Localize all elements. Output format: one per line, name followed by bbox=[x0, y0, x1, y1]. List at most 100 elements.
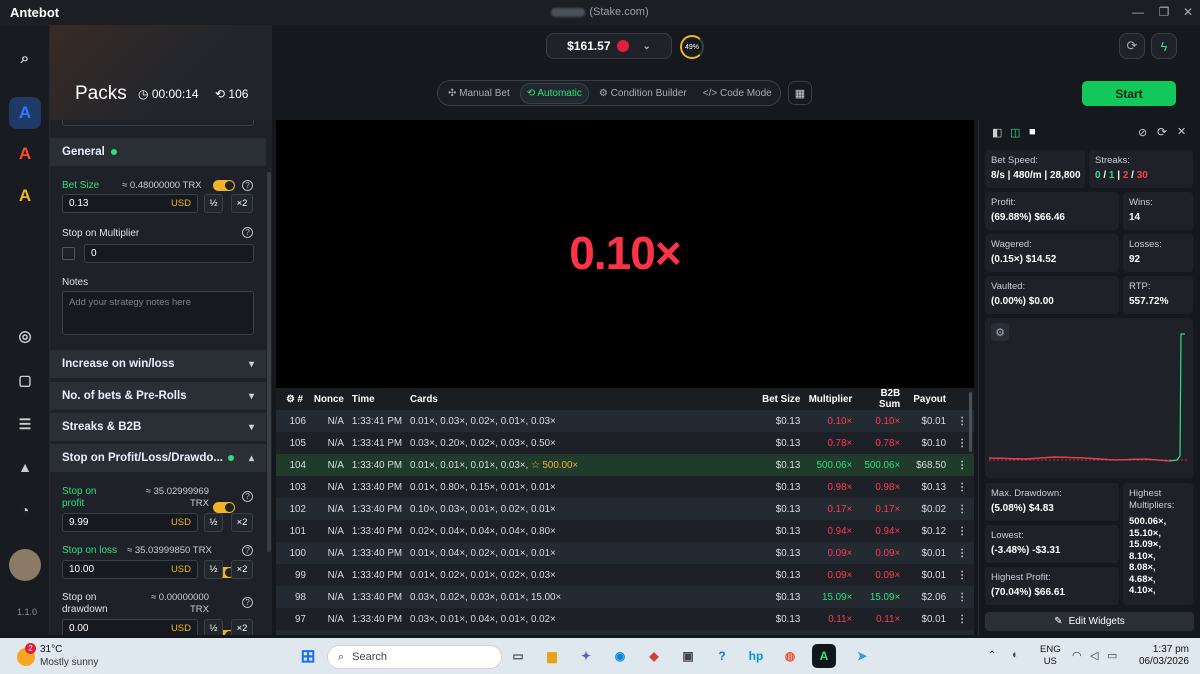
windows-start-icon[interactable]: ⊞ bbox=[296, 644, 320, 668]
notes-textarea[interactable]: Add your strategy notes here bbox=[62, 291, 254, 335]
section-general[interactable]: General bbox=[50, 138, 266, 166]
edit-widgets-button[interactable]: ✎ Edit Widgets bbox=[985, 612, 1194, 631]
table-scrollbar[interactable] bbox=[969, 392, 972, 452]
table-row[interactable]: 101 N/A 1:33:40 PM 0.02×, 0.04×, 0.04×, 0.0… bbox=[276, 520, 974, 542]
column-header-bet-size[interactable]: Bet Size bbox=[746, 388, 805, 410]
column-header-cards[interactable]: Cards bbox=[406, 388, 747, 410]
more-options-icon[interactable]: ⋮ bbox=[950, 498, 974, 520]
double-button[interactable]: ×2 bbox=[231, 619, 253, 635]
table-row[interactable]: 105 N/A 1:33:41 PM 0.03×, 0.20×, 0.02×, 0.0… bbox=[276, 432, 974, 454]
copilot-icon[interactable]: ◆ bbox=[642, 644, 666, 668]
stop-profit-toggle[interactable] bbox=[213, 502, 235, 513]
battery-icon[interactable]: ▭ bbox=[1107, 649, 1117, 662]
tab-code-mode[interactable]: </> Code Mode bbox=[697, 84, 778, 103]
column-header-b2b-sum[interactable]: B2B Sum bbox=[856, 388, 905, 410]
tab-automatic[interactable]: ⟲ Automatic bbox=[519, 82, 589, 104]
more-options-icon[interactable]: ⋮ bbox=[950, 542, 974, 564]
layout-full-icon[interactable]: ■ bbox=[1029, 126, 1036, 138]
volume-icon[interactable]: ◁ bbox=[1090, 649, 1098, 662]
hp-icon[interactable]: hp bbox=[744, 644, 768, 668]
help-icon[interactable]: ? bbox=[242, 227, 253, 238]
half-button[interactable]: ½ bbox=[204, 560, 223, 579]
store-icon[interactable]: ▣ bbox=[676, 644, 700, 668]
chrome-icon[interactable]: ◍ bbox=[778, 644, 802, 668]
more-options-icon[interactable]: ⋮ bbox=[950, 586, 974, 608]
antebot-app-icon-blue[interactable]: A bbox=[9, 97, 41, 129]
table-row[interactable]: 98 N/A 1:33:40 PM 0.03×, 0.02×, 0.03×, 0.01… bbox=[276, 586, 974, 608]
bet-size-input[interactable]: 0.13 USD bbox=[62, 194, 198, 213]
help-icon[interactable]: ? bbox=[242, 545, 253, 556]
globe-icon[interactable]: ◎ bbox=[9, 320, 41, 352]
help-icon[interactable]: ? bbox=[242, 491, 253, 502]
tab-condition-builder[interactable]: ⚙ Condition Builder bbox=[593, 84, 693, 103]
left-panel-scrollbar[interactable] bbox=[267, 172, 271, 552]
strategy-selector[interactable] bbox=[62, 120, 254, 126]
battery-saver-icon[interactable]: ◐ bbox=[1012, 649, 1019, 661]
bet-size-toggle[interactable] bbox=[213, 180, 235, 191]
chevron-up-icon[interactable]: ⌃ bbox=[988, 650, 996, 661]
more-options-icon[interactable]: ⋮ bbox=[950, 608, 974, 630]
table-row[interactable]: 102 N/A 1:33:40 PM 0.10×, 0.03×, 0.01×, 0.0… bbox=[276, 498, 974, 520]
gear-icon[interactable]: ⚙ bbox=[286, 394, 298, 405]
close-icon[interactable]: ✕ bbox=[1177, 125, 1186, 138]
more-options-icon[interactable]: ⋮ bbox=[950, 630, 974, 635]
stop-multiplier-input[interactable]: 0 bbox=[84, 244, 254, 263]
refresh-icon[interactable]: ⟳ bbox=[1157, 125, 1167, 139]
teams-icon[interactable]: ✦ bbox=[574, 644, 598, 668]
more-options-icon[interactable]: ⋮ bbox=[950, 564, 974, 586]
more-options-icon[interactable]: ⋮ bbox=[950, 454, 974, 476]
language-indicator[interactable]: ENG US bbox=[1040, 644, 1061, 668]
wifi-icon[interactable]: ◠ bbox=[1072, 649, 1082, 662]
stop-drawdown-input[interactable]: 0.00 USD bbox=[62, 619, 198, 635]
bell-icon[interactable]: ◔ bbox=[9, 494, 41, 526]
edge-icon[interactable]: ◉ bbox=[608, 644, 632, 668]
task-view-icon[interactable]: ▭ bbox=[506, 644, 530, 668]
section-increase-win-loss[interactable]: Increase on win/loss ▾ bbox=[50, 350, 266, 378]
stop-loss-input[interactable]: 10.00 USD bbox=[62, 560, 198, 579]
section-streaks-b2b[interactable]: Streaks & B2B ▾ bbox=[50, 413, 266, 441]
section-stop-profit-loss[interactable]: Stop on Profit/Loss/Drawdo... ▴ bbox=[50, 444, 266, 472]
refresh-icon[interactable]: ⟳ bbox=[1119, 33, 1145, 59]
half-button[interactable]: ½ bbox=[204, 619, 223, 635]
hide-icon[interactable]: ⊘ bbox=[1138, 126, 1147, 139]
avatar[interactable] bbox=[9, 549, 41, 581]
calendar-icon[interactable]: ▦ bbox=[788, 81, 812, 105]
restore-icon[interactable]: ❐ bbox=[1156, 5, 1172, 21]
file-explorer-icon[interactable]: ▆ bbox=[540, 644, 564, 668]
help-app-icon[interactable]: ? bbox=[710, 644, 734, 668]
help-icon[interactable]: ? bbox=[242, 180, 253, 191]
chat-icon[interactable]: ▢ bbox=[9, 364, 41, 396]
stop-multiplier-checkbox[interactable] bbox=[62, 247, 75, 260]
antebot-app-icon-gold[interactable]: A bbox=[9, 180, 41, 212]
warning-icon[interactable]: ▲ bbox=[9, 451, 41, 483]
antebot-taskbar-icon[interactable]: A bbox=[812, 644, 836, 668]
list-icon[interactable]: ☰ bbox=[9, 408, 41, 440]
table-row[interactable]: 103 N/A 1:33:40 PM 0.01×, 0.80×, 0.15×, 0.0… bbox=[276, 476, 974, 498]
column-header-nonce[interactable]: Nonce bbox=[309, 388, 348, 410]
tab-manual-bet[interactable]: ✣ Manual Bet bbox=[442, 84, 516, 103]
table-row[interactable]: 106 N/A 1:33:41 PM 0.01×, 0.03×, 0.02×, 0.0… bbox=[276, 410, 974, 432]
table-row[interactable]: 96N/A1:33:39 PM0.01×, 0.01×, 0.01×, 0.02… bbox=[276, 630, 974, 635]
system-clock[interactable]: 1:37 pm 06/03/2026 bbox=[1135, 644, 1189, 668]
telegram-icon[interactable]: ➤ bbox=[850, 644, 874, 668]
search-icon[interactable]: ⌕ bbox=[9, 42, 41, 74]
close-icon[interactable]: ✕ bbox=[1180, 5, 1196, 21]
column-header-payout[interactable]: Payout bbox=[904, 388, 951, 410]
layout-left-icon[interactable]: ◧ bbox=[992, 126, 1002, 139]
balance-selector[interactable]: $161.57 ⌄ bbox=[546, 33, 672, 59]
table-row[interactable]: 104 N/A 1:33:40 PM 0.01×, 0.01×, 0.01×, 0.0… bbox=[276, 454, 974, 476]
table-row[interactable]: 97 N/A 1:33:40 PM 0.03×, 0.01×, 0.04×, 0.01… bbox=[276, 608, 974, 630]
double-button[interactable]: ×2 bbox=[231, 560, 253, 579]
double-button[interactable]: ×2 bbox=[231, 194, 253, 213]
table-row[interactable]: 99 N/A 1:33:40 PM 0.01×, 0.02×, 0.01×, 0.02… bbox=[276, 564, 974, 586]
half-button[interactable]: ½ bbox=[204, 194, 223, 213]
help-icon[interactable]: ? bbox=[242, 597, 253, 608]
column-header-multiplier[interactable]: Multiplier bbox=[804, 388, 857, 410]
more-options-icon[interactable]: ⋮ bbox=[950, 476, 974, 498]
column-header-id[interactable]: ⚙ # bbox=[276, 388, 310, 410]
lightning-icon[interactable]: ϟ bbox=[1151, 33, 1177, 59]
start-button[interactable]: Start bbox=[1082, 81, 1176, 106]
minimize-icon[interactable]: — bbox=[1130, 5, 1146, 21]
antebot-app-icon-red[interactable]: A bbox=[9, 138, 41, 170]
half-button[interactable]: ½ bbox=[204, 513, 223, 532]
